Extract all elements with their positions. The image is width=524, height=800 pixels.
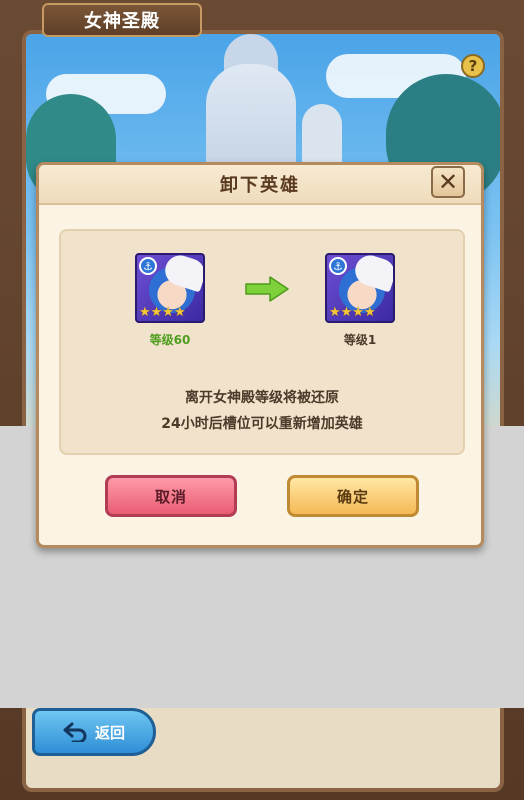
anchor-icon: ⚓	[329, 257, 347, 275]
hero-card-before[interactable]: ⚓ ★★★★	[135, 253, 205, 323]
hero-stars: ★★★★	[139, 305, 186, 320]
dialog-title: 卸下英雄	[220, 175, 300, 196]
unequip-hero-dialog: 卸下英雄 ✕ ⚓ ★★★★ 等级60 ⚓ ★★★★ 等级1 离开女神殿等级将被还…	[36, 162, 484, 548]
info-box: ⚓ ★★★★ 等级60 ⚓ ★★★★ 等级1 离开女神殿等级将被还原 24小时后…	[59, 229, 465, 455]
close-icon[interactable]: ✕	[431, 166, 465, 198]
level-after: 等级1	[343, 333, 377, 347]
hero-stars: ★★★★	[329, 305, 376, 320]
confirm-button[interactable]: 确定	[287, 475, 419, 517]
dialog-header: 卸下英雄	[39, 165, 481, 205]
back-button[interactable]: 返回	[32, 708, 156, 756]
help-icon[interactable]: ?	[461, 54, 485, 78]
arrow-right-icon	[245, 276, 289, 302]
info-line-1: 离开女神殿等级将被还原	[185, 390, 339, 406]
back-arrow-icon	[63, 722, 87, 742]
info-line-2: 24小时后槽位可以重新增加英雄	[161, 416, 363, 432]
hero-card-after[interactable]: ⚓ ★★★★	[325, 253, 395, 323]
back-button-label: 返回	[94, 723, 125, 742]
level-before: 等级60	[149, 333, 191, 347]
cancel-button[interactable]: 取消	[105, 475, 237, 517]
page-title: 女神圣殿	[42, 3, 202, 37]
anchor-icon: ⚓	[139, 257, 157, 275]
